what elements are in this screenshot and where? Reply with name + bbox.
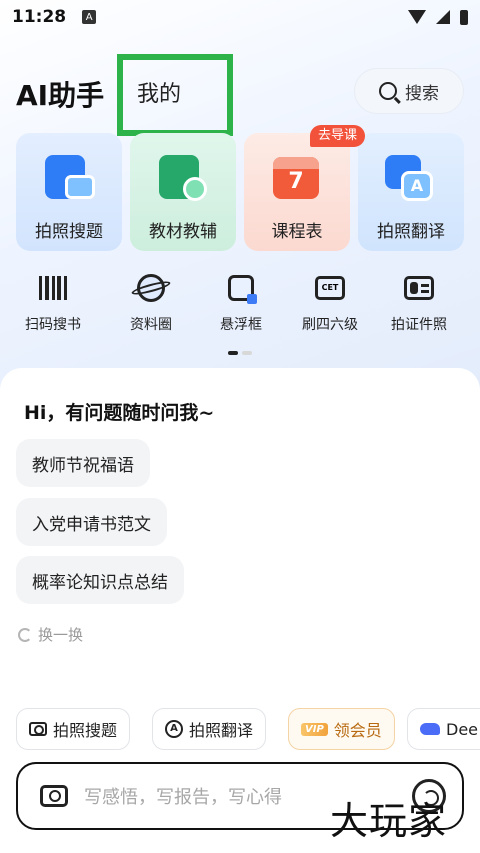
photo-translate-icon: A (383, 149, 439, 205)
page-indicator (228, 351, 252, 355)
camera-icon (29, 722, 47, 736)
camera-icon[interactable] (40, 785, 68, 807)
chip-photo-translate[interactable]: A 拍照翻译 (152, 708, 267, 750)
deepseek-whale-icon (420, 723, 440, 735)
card-label: 拍照搜题 (35, 222, 103, 242)
chip-label: 领会员 (333, 721, 382, 740)
tool-scan-book[interactable]: 扫码搜书 (8, 272, 98, 334)
tool-label: 扫码搜书 (25, 317, 81, 333)
barcode-icon (37, 272, 69, 304)
search-icon (379, 82, 397, 100)
chip-deepseek[interactable]: Dee (407, 708, 480, 750)
card-photo-translate[interactable]: A 拍照翻译 (358, 133, 464, 251)
translate-letter: A (401, 171, 433, 201)
watermark-text: 大玩家 (330, 799, 448, 843)
card-photo-search[interactable]: 拍照搜题 (16, 133, 122, 251)
card-label: 教材教辅 (149, 222, 217, 242)
tool-label: 悬浮框 (220, 317, 262, 333)
tab-mine-label: 我的 (137, 82, 182, 107)
search-label: 搜索 (405, 83, 439, 104)
chip-label: 拍照翻译 (189, 721, 254, 740)
greeting-text: Hi，有问题随时问我~ (24, 402, 215, 424)
refresh-icon (18, 627, 32, 642)
suggestion-chip[interactable]: 概率论知识点总结 (16, 556, 184, 604)
status-time: 11:28 (12, 7, 67, 27)
tool-cet[interactable]: CET 刷四六级 (285, 272, 375, 334)
notification-icon: A (82, 10, 97, 24)
refresh-button[interactable]: 换一换 (18, 624, 83, 645)
page-dot-active (228, 351, 238, 355)
tools-row: 扫码搜书 资料圈 悬浮框 CET 刷四六级 拍证件照 (16, 272, 472, 342)
card-label: 课程表 (271, 222, 323, 242)
refresh-label: 换一换 (38, 626, 84, 644)
cet-icon: CET (314, 272, 346, 304)
wifi-icon (408, 10, 426, 24)
planet-icon (130, 272, 172, 304)
calendar-icon: 7 (269, 149, 325, 205)
tool-label: 刷四六级 (302, 317, 358, 333)
signal-icon (436, 10, 450, 24)
chip-photo-search[interactable]: 拍照搜题 (16, 708, 131, 750)
schedule-badge[interactable]: 去导课 (310, 125, 366, 147)
id-photo-icon (403, 272, 435, 304)
translate-icon: A (165, 720, 183, 738)
status-icons (408, 9, 468, 25)
page-dot (242, 351, 252, 355)
chip-label: 拍照搜题 (53, 721, 118, 740)
tool-id-photo[interactable]: 拍证件照 (374, 272, 464, 334)
tab-ai-assistant[interactable]: AI助手 (16, 74, 104, 114)
calendar-day: 7 (288, 169, 304, 194)
textbook-icon (155, 149, 211, 205)
feature-cards: 拍照搜题 教材教辅 7 课程表 A 拍照翻译 去导课 (16, 125, 464, 251)
suggestion-chip[interactable]: 入党申请书范文 (16, 498, 167, 546)
chip-label: Dee (446, 719, 479, 739)
card-schedule[interactable]: 7 课程表 (244, 133, 350, 251)
card-label: 拍照翻译 (377, 222, 445, 242)
chip-vip[interactable]: VIP 领会员 (288, 708, 395, 750)
tool-label: 资料圈 (130, 317, 172, 333)
card-textbook[interactable]: 教材教辅 (130, 133, 236, 251)
tool-materials[interactable]: 资料圈 (106, 272, 196, 334)
tool-floating-frame[interactable]: 悬浮框 (196, 272, 286, 334)
status-bar: 11:28 A (0, 0, 480, 34)
suggestion-chip[interactable]: 教师节祝福语 (16, 439, 150, 487)
vip-icon: VIP (301, 722, 328, 736)
quick-chips: 拍照搜题 A 拍照翻译 VIP 领会员 Dee (16, 708, 480, 750)
photo-search-icon (41, 149, 97, 205)
search-button[interactable]: 搜索 (354, 68, 464, 114)
tool-label: 拍证件照 (391, 317, 447, 333)
battery-icon (460, 9, 468, 25)
tab-mine[interactable]: 我的 (117, 54, 233, 136)
floating-frame-icon (225, 272, 257, 304)
app-header: AI助手 我的 搜索 (0, 54, 480, 136)
